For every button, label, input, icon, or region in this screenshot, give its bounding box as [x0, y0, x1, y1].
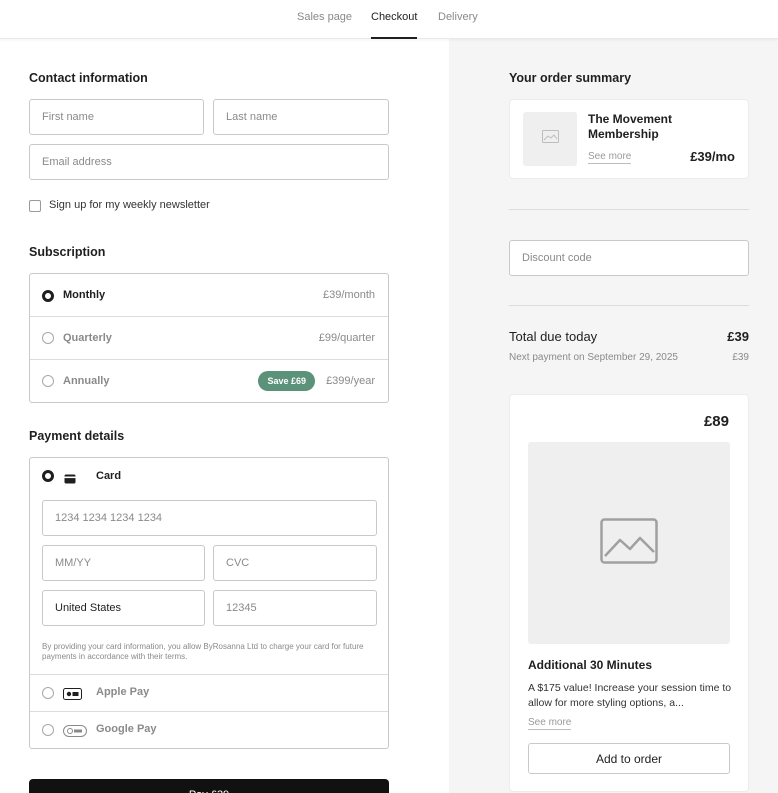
order-item-name: The Movement Membership: [588, 112, 673, 141]
payment-method-google-pay-label[interactable]: Google Pay: [96, 723, 157, 735]
upsell-see-more-link[interactable]: See more: [528, 717, 572, 730]
tab-delivery[interactable]: Delivery: [438, 11, 478, 39]
plan-price: £399/year: [326, 375, 375, 387]
contact-section-title: Contact information: [29, 71, 148, 85]
newsletter-checkbox[interactable]: [29, 200, 41, 212]
top-nav: Sales page Checkout Delivery: [0, 0, 778, 39]
divider: [509, 305, 749, 306]
pay-button[interactable]: Pay £39: [29, 779, 389, 793]
upsell-card: £89 Additional 30 Minutes A $175 value! …: [509, 394, 749, 792]
card-disclaimer: By providing your card information, you …: [42, 642, 364, 661]
payment-method-apple-pay-label[interactable]: Apple Pay: [96, 686, 149, 698]
total-due-value: £39: [727, 329, 749, 344]
plan-radio-annually[interactable]: [42, 375, 54, 387]
apple-pay-icon: [63, 687, 82, 705]
plan-options: Monthly £39/month Quarterly £99/quarter …: [29, 273, 389, 403]
divider: [30, 711, 388, 712]
first-name-field[interactable]: First name: [29, 99, 204, 135]
order-item-card: The Movement Membership See more £39/mo: [509, 99, 749, 179]
payment-method-card-label[interactable]: Card: [96, 470, 121, 482]
tab-sales-page[interactable]: Sales page: [297, 11, 352, 39]
divider: [30, 674, 388, 675]
email-field[interactable]: Email address: [29, 144, 389, 180]
order-item-price: £39/mo: [690, 149, 735, 164]
payment-radio-card[interactable]: [42, 470, 54, 482]
card-icon: [64, 471, 76, 489]
plan-name: Annually: [63, 375, 110, 387]
save-badge: Save £69: [258, 371, 315, 391]
plan-option-annually[interactable]: Annually Save £69 £399/year: [30, 360, 388, 403]
plan-radio-monthly[interactable]: [42, 290, 54, 302]
expiry-field[interactable]: MM/YY: [42, 545, 205, 581]
payment-radio-apple-pay[interactable]: [42, 687, 54, 699]
last-name-field[interactable]: Last name: [213, 99, 389, 135]
subscription-section-title: Subscription: [29, 245, 106, 259]
newsletter-label: Sign up for my weekly newsletter: [49, 199, 210, 211]
total-due-label: Total due today: [509, 329, 598, 344]
see-more-link[interactable]: See more: [588, 151, 632, 164]
discount-code-field[interactable]: Discount code: [509, 240, 749, 276]
tab-checkout[interactable]: Checkout: [371, 11, 418, 39]
plan-price: £39/month: [323, 289, 375, 301]
payment-radio-google-pay[interactable]: [42, 724, 54, 736]
image-placeholder-icon: [541, 130, 559, 148]
next-payment-label: Next payment on September 29, 2025: [509, 352, 678, 363]
plan-price: £99/quarter: [318, 332, 375, 344]
plan-name: Quarterly: [63, 332, 112, 344]
payment-methods: Card 1234 1234 1234 1234 MM/YY CVC Unite…: [29, 457, 389, 749]
plan-radio-quarterly[interactable]: [42, 332, 54, 344]
divider: [509, 209, 749, 210]
upsell-image: [528, 442, 730, 644]
product-thumbnail: [523, 112, 577, 166]
zip-field[interactable]: 12345: [213, 590, 377, 626]
plan-option-quarterly[interactable]: Quarterly £99/quarter: [30, 317, 388, 360]
cvc-field[interactable]: CVC: [213, 545, 377, 581]
plan-name: Monthly: [63, 289, 106, 301]
country-select[interactable]: United States: [42, 590, 205, 626]
upsell-price: £89: [703, 413, 729, 430]
image-placeholder-icon: [600, 517, 658, 569]
order-summary-title: Your order summary: [509, 71, 632, 85]
card-number-field[interactable]: 1234 1234 1234 1234: [42, 500, 377, 536]
next-payment-value: £39: [732, 352, 749, 363]
upsell-title: Additional 30 Minutes: [528, 658, 653, 672]
plan-option-monthly[interactable]: Monthly £39/month: [30, 274, 388, 317]
add-to-order-button[interactable]: Add to order: [528, 743, 730, 774]
payment-section-title: Payment details: [29, 429, 125, 443]
google-pay-icon: [63, 724, 87, 742]
upsell-description: A $175 value! Increase your session time…: [528, 682, 732, 709]
